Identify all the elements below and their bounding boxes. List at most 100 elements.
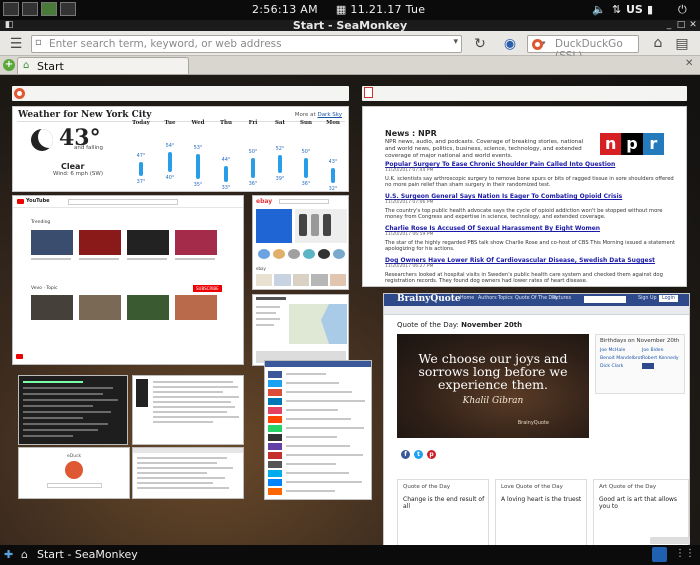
workspace-1[interactable] xyxy=(3,2,19,16)
search-bar[interactable]: ▾ DuckDuckGo (SSL) xyxy=(527,35,639,62)
close-button[interactable]: ✕ xyxy=(688,20,698,30)
workspace-2[interactable] xyxy=(22,2,38,16)
article-thumbnail[interactable] xyxy=(132,375,244,445)
ebay-thumbnail[interactable]: ebay ebay xyxy=(252,195,349,290)
terminal-thumbnail[interactable] xyxy=(18,375,128,445)
npr-news-item[interactable]: Popular Surgery To Ease Chronic Shoulder… xyxy=(385,161,675,188)
list-item[interactable] xyxy=(268,416,368,423)
list-item[interactable] xyxy=(268,452,368,459)
maximize-button[interactable]: □ xyxy=(676,20,686,30)
brainyquote-logo[interactable]: BrainyQuote xyxy=(397,294,461,304)
npr-headline[interactable]: Popular Surgery To Ease Chronic Shoulder… xyxy=(385,161,675,168)
bq-nav-authors[interactable]: Authors xyxy=(478,296,497,301)
pinterest-icon[interactable]: p xyxy=(427,450,436,459)
list-item[interactable] xyxy=(268,380,368,387)
list-item[interactable] xyxy=(268,389,368,396)
list-item[interactable] xyxy=(268,470,368,477)
bq-card-text: Change is the end result of all xyxy=(403,496,485,510)
social-list-thumbnail[interactable] xyxy=(264,360,372,500)
npr-headline[interactable]: Dog Owners Have Lower Risk Of Cardiovasc… xyxy=(385,257,675,264)
forecast-day: Today 47° 37° xyxy=(127,120,155,185)
navigation-toolbar: ☰ ▫ ▾ ↻ ◉ ▾ DuckDuckGo (SSL) ⌂ ▤ xyxy=(0,31,700,62)
keyboard-layout[interactable]: US xyxy=(626,3,643,16)
minimize-button[interactable]: _ xyxy=(664,20,674,30)
home-icon[interactable]: ⌂ xyxy=(650,35,666,51)
url-bar[interactable]: ▫ ▾ xyxy=(31,35,462,53)
bq-quote-image[interactable]: We choose our joys and sorrows long befo… xyxy=(397,334,589,438)
bq-birthday-person[interactable]: Dick Clark xyxy=(600,364,623,369)
youtube-subscribe-button[interactable]: SUBSCRIBE xyxy=(193,285,222,292)
url-input[interactable] xyxy=(49,36,439,52)
npr-news-item[interactable]: Dog Owners Have Lower Risk Of Cardiovasc… xyxy=(385,257,675,284)
home-favicon-icon: ⌂ xyxy=(23,60,30,71)
bq-login-button[interactable]: Login xyxy=(659,295,678,302)
bq-birthday-person[interactable]: Joe Biden xyxy=(642,348,664,353)
bq-search-input[interactable] xyxy=(584,296,626,303)
npr-date: 11/20/2017 07:44 PM xyxy=(385,168,434,173)
list-item[interactable] xyxy=(268,398,368,405)
browser-icon[interactable]: ⌂ xyxy=(21,548,28,561)
shield-icon[interactable]: ◉ xyxy=(502,36,518,52)
forecast-day: Mon 43° 32° xyxy=(319,120,347,192)
youtube-search-input[interactable] xyxy=(68,199,178,205)
list-item[interactable] xyxy=(268,371,368,378)
clock[interactable]: 2:56:13 AM ▦ 11.21.17 Tue xyxy=(252,3,425,16)
facebook-icon[interactable]: f xyxy=(401,450,410,459)
window-title-bar[interactable]: ◧ Start - SeaMonkey _ □ ✕ xyxy=(0,19,700,32)
bookmarks-icon[interactable]: ▤ xyxy=(674,36,690,52)
list-item[interactable] xyxy=(268,443,368,450)
bq-more-button[interactable] xyxy=(642,363,654,369)
forecast-day: Thu 44° 33° xyxy=(212,120,240,191)
bq-nav-home[interactable]: Home xyxy=(460,296,474,301)
list-item[interactable] xyxy=(268,479,368,486)
npr-headline[interactable]: U.S. Surgeon General Says Nation Is Eage… xyxy=(385,193,675,200)
map-thumbnail[interactable] xyxy=(252,294,349,366)
list-item[interactable] xyxy=(268,488,368,495)
twitter-icon[interactable]: t xyxy=(414,450,423,459)
document-thumbnail[interactable] xyxy=(132,447,244,499)
bq-birthday-person[interactable]: Benoit Mandelbrot xyxy=(600,356,642,361)
bq-birthday-person[interactable]: Robert Kennedy xyxy=(642,356,679,361)
bq-card[interactable]: Art Quote of the Day Good art is art tha… xyxy=(593,479,689,545)
brainyquote-nav: BrainyQuote Home Authors Topics Quote Of… xyxy=(384,294,689,306)
duckduckgo-home-thumbnail[interactable]: eDuck xyxy=(18,447,130,499)
taskbar-window-title[interactable]: Start - SeaMonkey xyxy=(37,548,138,561)
dropdown-arrow-icon[interactable]: ▾ xyxy=(453,37,458,47)
tab-start[interactable]: ⌂ Start xyxy=(17,57,189,74)
app-menu-icon[interactable]: ✚ xyxy=(4,548,13,561)
npr-tile[interactable]: News : NPR NPR news, audio, and podcasts… xyxy=(362,106,687,287)
list-item[interactable] xyxy=(268,434,368,441)
tray-icons[interactable]: ⋮⋮ xyxy=(675,548,695,559)
workspace-4[interactable] xyxy=(60,2,76,16)
list-item[interactable] xyxy=(268,407,368,414)
rss-page-icon xyxy=(364,87,373,98)
dark-sky-link[interactable]: Dark Sky xyxy=(317,112,342,118)
weather-tile[interactable]: Weather for New York City More at Dark S… xyxy=(12,106,349,192)
npr-headline[interactable]: Charlie Rose Is Accused Of Sexual Harass… xyxy=(385,225,675,232)
workspace-3[interactable] xyxy=(41,2,57,16)
network-icon[interactable]: ⇅ xyxy=(612,3,621,16)
bq-card[interactable]: Love Quote of the Day A loving heart is … xyxy=(495,479,587,545)
npr-news-item[interactable]: Charlie Rose Is Accused Of Sexual Harass… xyxy=(385,225,675,252)
volume-icon[interactable]: 🔈 xyxy=(592,3,606,16)
menu-icon[interactable]: ☰ xyxy=(8,36,24,52)
list-item[interactable] xyxy=(268,461,368,468)
reload-icon[interactable]: ↻ xyxy=(472,36,488,52)
search-engine-dropdown-icon[interactable]: ▾ xyxy=(542,39,546,47)
list-item[interactable] xyxy=(268,425,368,432)
close-tab-icon[interactable]: ✕ xyxy=(685,58,693,69)
bq-birthday-person[interactable]: Joe McHale xyxy=(600,348,625,353)
npr-summary: The star of the highly regarded PBS talk… xyxy=(385,240,675,253)
bq-card[interactable]: Quote of the Day Change is the end resul… xyxy=(397,479,489,545)
npr-news-item[interactable]: U.S. Surgeon General Says Nation Is Eage… xyxy=(385,193,675,220)
bq-sign-up[interactable]: Sign Up xyxy=(638,296,657,301)
power-icon[interactable]: ⏻ xyxy=(678,3,687,17)
tile-bar-npr[interactable] xyxy=(362,86,687,101)
youtube-thumbnail[interactable]: YouTube Trending Vevo · Topic SUBSCRIBE xyxy=(12,195,244,365)
tile-bar-duckduckgo[interactable] xyxy=(12,86,349,101)
bq-nav-topics[interactable]: Topics xyxy=(498,296,513,301)
brainyquote-tile[interactable]: BrainyQuote Home Authors Topics Quote Of… xyxy=(383,293,690,545)
bq-nav-pictures[interactable]: Pictures xyxy=(552,296,571,301)
new-tab-icon[interactable]: + xyxy=(3,59,15,71)
seamonkey-tray-icon[interactable] xyxy=(652,547,667,562)
